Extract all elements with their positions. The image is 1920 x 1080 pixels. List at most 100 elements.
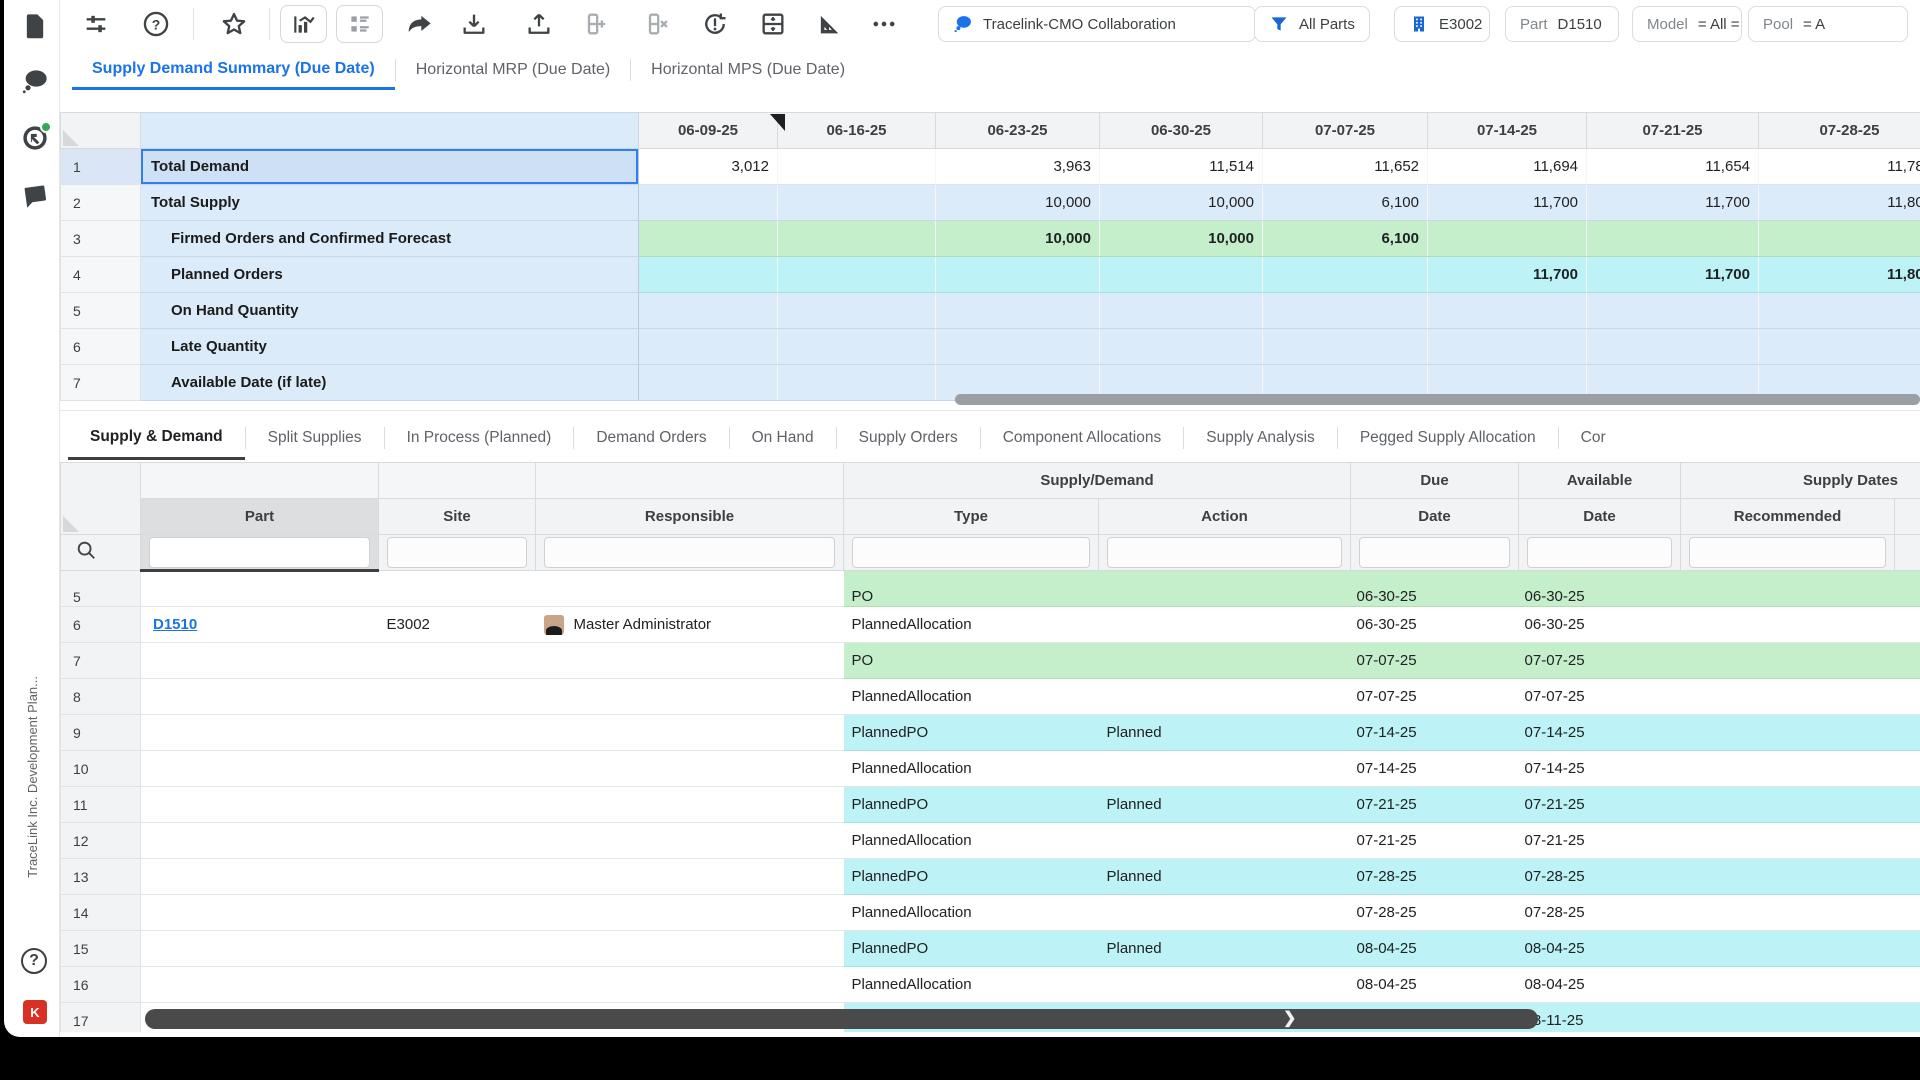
value-cell[interactable] [639, 329, 778, 365]
recommended-cell[interactable] [1681, 787, 1895, 823]
action-cell[interactable] [1099, 607, 1351, 643]
site-cell[interactable] [379, 571, 536, 607]
tab-component-allocations[interactable]: Component Allocations [981, 416, 1184, 460]
row-number-cell[interactable]: 8 [61, 679, 141, 715]
row-number-cell[interactable]: 2 [61, 185, 141, 221]
value-cell[interactable] [1428, 329, 1587, 365]
action-cell[interactable] [1099, 751, 1351, 787]
type-cell[interactable]: PlannedAllocation [844, 679, 1099, 715]
part-cell[interactable] [141, 931, 379, 967]
value-cell[interactable]: 11,654 [1587, 149, 1759, 185]
value-cell[interactable] [1263, 293, 1428, 329]
tab-horizontal-mrp-due-date-[interactable]: Horizontal MRP (Due Date) [396, 50, 630, 90]
grid-corner-cell[interactable] [61, 113, 141, 149]
responsible-cell[interactable] [536, 895, 844, 931]
value-cell[interactable] [936, 257, 1100, 293]
responsible-cell[interactable] [536, 715, 844, 751]
value-cell[interactable]: 11,800 [1759, 185, 1920, 221]
type-cell[interactable]: PlannedAllocation [844, 751, 1099, 787]
row-label-cell[interactable]: Late Quantity [141, 329, 639, 365]
column-header-available-date[interactable]: Date [1519, 499, 1681, 535]
column-header-site[interactable]: Site [379, 499, 536, 535]
part-cell[interactable] [141, 679, 379, 715]
add-column-icon[interactable] [582, 10, 610, 38]
share-circle-icon[interactable] [21, 124, 49, 152]
tab-supply-orders[interactable]: Supply Orders [837, 416, 980, 460]
value-cell[interactable] [1428, 221, 1587, 257]
available-date-cell[interactable]: 07-14-25 [1519, 751, 1681, 787]
responsible-cell[interactable] [536, 967, 844, 1003]
extra-cell[interactable] [1895, 967, 1920, 1003]
settings-sliders-icon[interactable] [82, 10, 110, 38]
action-cell[interactable]: Planned [1099, 715, 1351, 751]
value-cell[interactable]: 11,700 [1428, 185, 1587, 221]
refresh-history-icon[interactable] [701, 10, 729, 38]
help-circle-icon[interactable]: ? [21, 948, 47, 974]
favorite-star-icon[interactable] [220, 10, 248, 38]
tab-cor[interactable]: Cor [1559, 416, 1628, 460]
recommended-cell[interactable] [1681, 967, 1895, 1003]
due-date-cell[interactable]: 07-21-25 [1351, 823, 1519, 859]
part-cell[interactable] [141, 571, 379, 607]
available-date-cell[interactable]: 07-07-25 [1519, 679, 1681, 715]
extra-cell[interactable] [1895, 931, 1920, 967]
available-date-cell[interactable]: 08-11-25 [1519, 1003, 1681, 1033]
row-number-cell[interactable]: 6 [61, 607, 141, 643]
value-cell[interactable] [778, 221, 936, 257]
filter-input-type[interactable] [852, 537, 1090, 568]
recommended-cell[interactable] [1681, 823, 1895, 859]
type-cell[interactable]: PlannedPO [844, 715, 1099, 751]
available-date-cell[interactable]: 06-30-25 [1519, 571, 1681, 607]
value-cell[interactable] [778, 329, 936, 365]
date-column-header[interactable]: 06-09-25 [639, 113, 778, 149]
site-cell[interactable] [379, 715, 536, 751]
filter-input-part[interactable] [149, 537, 370, 568]
recommended-cell[interactable] [1681, 1003, 1895, 1033]
value-cell[interactable]: 10,000 [1100, 221, 1263, 257]
tab-supply-demand-summary-due-date-[interactable]: Supply Demand Summary (Due Date) [72, 50, 395, 90]
recommended-cell[interactable] [1681, 715, 1895, 751]
part-cell[interactable] [141, 787, 379, 823]
responsible-cell[interactable] [536, 823, 844, 859]
site-cell[interactable]: E3002 [379, 607, 536, 643]
document-icon[interactable] [21, 12, 49, 40]
value-cell[interactable] [778, 365, 936, 401]
available-date-cell[interactable]: 07-07-25 [1519, 643, 1681, 679]
value-cell[interactable] [1587, 221, 1759, 257]
split-view-icon[interactable] [759, 10, 787, 38]
column-header-part[interactable]: Part [141, 499, 379, 535]
chart-view-button[interactable] [280, 5, 327, 43]
collaboration-button[interactable]: Tracelink-CMO Collaboration [938, 6, 1256, 42]
available-date-cell[interactable]: 07-21-25 [1519, 787, 1681, 823]
date-column-header[interactable]: 07-14-25 [1428, 113, 1587, 149]
due-date-cell[interactable]: 07-07-25 [1351, 643, 1519, 679]
tab-in-process-planned-[interactable]: In Process (Planned) [385, 416, 574, 460]
row-number-cell[interactable]: 15 [61, 931, 141, 967]
type-cell[interactable]: PlannedPO [844, 787, 1099, 823]
part-selector-button[interactable]: Part D1510 [1505, 6, 1619, 42]
export-icon[interactable] [525, 10, 553, 38]
value-cell[interactable] [639, 257, 778, 293]
row-number-cell[interactable]: 12 [61, 823, 141, 859]
row-number-cell[interactable]: 16 [61, 967, 141, 1003]
type-cell[interactable]: PlannedAllocation [844, 895, 1099, 931]
site-cell[interactable] [379, 895, 536, 931]
type-cell[interactable]: PlannedPO [844, 931, 1099, 967]
responsible-cell[interactable] [536, 643, 844, 679]
value-cell[interactable] [1263, 329, 1428, 365]
part-cell[interactable] [141, 895, 379, 931]
tab-supply-demand[interactable]: Supply & Demand [68, 416, 245, 460]
date-column-header[interactable]: 07-07-25 [1263, 113, 1428, 149]
recommended-cell[interactable] [1681, 895, 1895, 931]
responsible-cell[interactable] [536, 679, 844, 715]
row-label-column-header[interactable] [141, 113, 639, 149]
extra-cell[interactable] [1895, 643, 1920, 679]
extra-cell[interactable] [1895, 679, 1920, 715]
recommended-cell[interactable] [1681, 643, 1895, 679]
responsible-cell[interactable] [536, 931, 844, 967]
tab-pegged-supply-allocation[interactable]: Pegged Supply Allocation [1338, 416, 1558, 460]
action-cell[interactable]: Planned [1099, 859, 1351, 895]
available-date-cell[interactable]: 08-04-25 [1519, 967, 1681, 1003]
value-cell[interactable]: 11,700 [1587, 257, 1759, 293]
value-cell[interactable]: 10,000 [936, 185, 1100, 221]
